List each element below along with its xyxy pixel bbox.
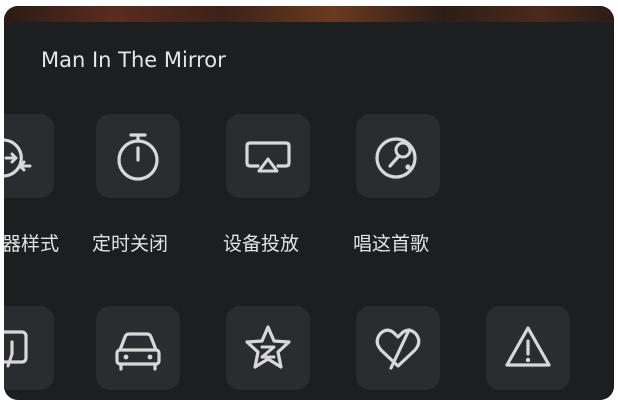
screen: Man In The Mirror 器样式 定时关闭 设备投放 唱这首歌 bbox=[0, 0, 618, 404]
option-karaoke-label: 唱这首歌 bbox=[353, 233, 430, 255]
karaoke-icon bbox=[375, 137, 417, 179]
cast-icon bbox=[245, 141, 291, 173]
option-cast-button[interactable] bbox=[226, 114, 310, 198]
option-timer-label: 定时关闭 bbox=[92, 233, 169, 255]
option-timer-button[interactable] bbox=[96, 114, 180, 198]
option-player-style-button[interactable] bbox=[4, 114, 54, 198]
song-title: Man In The Mirror bbox=[41, 48, 226, 72]
option-dislike-button[interactable] bbox=[356, 306, 440, 390]
option-cast-label: 设备投放 bbox=[223, 233, 300, 255]
timer-icon bbox=[117, 133, 159, 181]
car-icon bbox=[115, 332, 161, 371]
option-qq-star-button[interactable] bbox=[226, 306, 310, 390]
option-car-mode-button[interactable] bbox=[96, 306, 180, 390]
option-player-style-label: 器样式 bbox=[4, 233, 60, 255]
player-style-icon bbox=[4, 138, 32, 178]
option-report-button[interactable] bbox=[486, 306, 570, 390]
lyrics-display-icon bbox=[4, 330, 28, 368]
option-lyrics-display-button[interactable] bbox=[4, 306, 54, 390]
more-options-panel: Man In The Mirror 器样式 定时关闭 设备投放 唱这首歌 bbox=[4, 6, 614, 400]
qq-star-icon bbox=[245, 325, 291, 369]
heart-slash-icon bbox=[375, 328, 421, 370]
option-karaoke-button[interactable] bbox=[356, 114, 440, 198]
warning-icon bbox=[505, 326, 551, 367]
